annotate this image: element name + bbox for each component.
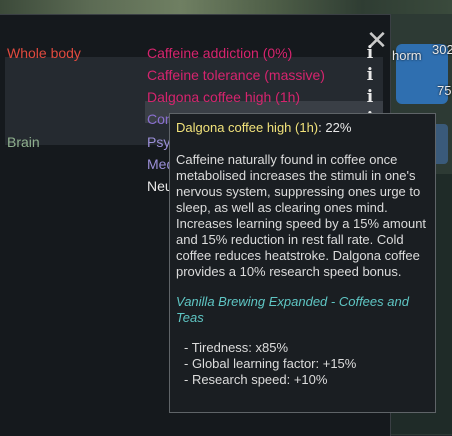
body-part-brain: Brain — [7, 134, 40, 150]
info-icon[interactable]: i — [363, 43, 377, 63]
tooltip-stat: - Research speed: +10% — [184, 372, 328, 387]
info-icon[interactable]: i — [363, 65, 377, 85]
tooltip-description: Caffeine naturally found in coffee once … — [176, 152, 427, 279]
hediff-caffeine-tolerance[interactable]: Caffeine tolerance (massive) — [147, 67, 325, 83]
info-icon[interactable]: i — [363, 87, 377, 107]
game-world-top — [0, 0, 452, 14]
hediff-psy[interactable]: Psy — [147, 134, 170, 150]
tooltip-mod-source: Vanilla Brewing Expanded - Coffees and T… — [176, 294, 409, 325]
hediff-tooltip: Dalgona coffee high (1h): 22% Caffeine n… — [169, 113, 436, 413]
tooltip-stats: - Tiredness: x85% - Global learning fact… — [176, 340, 429, 388]
tooltip-title: Dalgona coffee high (1h): 22% — [176, 120, 429, 136]
world-number-75: 75 — [437, 83, 452, 98]
world-number-302: 302 — [432, 42, 452, 57]
tooltip-stat: - Tiredness: x85% — [184, 340, 289, 355]
body-part-whole-body: Whole body — [7, 45, 81, 61]
hediff-caffeine-addiction[interactable]: Caffeine addiction (0%) — [147, 45, 292, 61]
world-label-horm: horm — [392, 48, 422, 63]
tooltip-title-name: Dalgona coffee high (1h) — [176, 120, 319, 135]
tooltip-title-severity: : 22% — [318, 120, 352, 135]
hediff-dalgona-coffee-high[interactable]: Dalgona coffee high (1h) — [147, 89, 300, 105]
tooltip-stat: - Global learning factor: +15% — [184, 356, 357, 371]
